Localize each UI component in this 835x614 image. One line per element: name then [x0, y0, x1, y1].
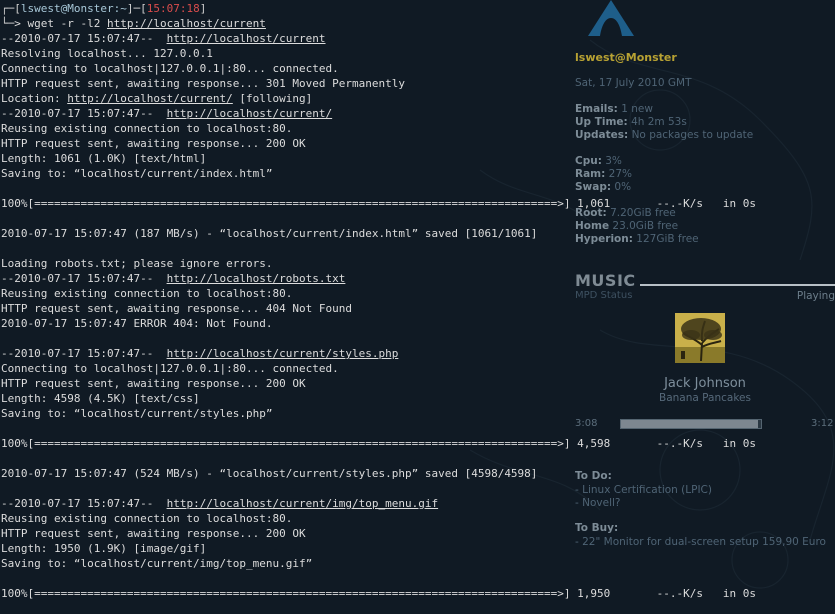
url-link[interactable]: http://localhost/current: [167, 32, 326, 45]
url-link[interactable]: http://localhost/current/styles.php: [167, 347, 399, 360]
terminal-line: Loading robots.txt; please ignore errors…: [1, 257, 273, 270]
terminal-line: 2010-07-17 15:07:47 ERROR 404: Not Found…: [1, 317, 273, 330]
url-link[interactable]: http://localhost/current/: [67, 92, 233, 105]
terminal-line: Length: 1950 (1.9K) [image/gif]: [1, 542, 207, 555]
terminal-line: Connecting to localhost|127.0.0.1|:80...…: [1, 62, 339, 75]
terminal-line: HTTP request sent, awaiting response... …: [1, 377, 306, 390]
terminal-line: HTTP request sent, awaiting response... …: [1, 527, 306, 540]
terminal-line: Resolving localhost... 127.0.0.1: [1, 47, 213, 60]
prompt-line: ┌─[lswest@Monster:~]─[15:07:18]: [1, 2, 207, 15]
terminal-line: --2010-07-17 15:07:47-- http://localhost…: [1, 347, 399, 360]
terminal-line: Saving to: “localhost/current/img/top_me…: [1, 557, 313, 570]
command-line: └─> wget -r -l2 http://localhost/current: [1, 17, 266, 30]
terminal-line: Saving to: “localhost/current/styles.php…: [1, 407, 273, 420]
url-link[interactable]: http://localhost/current/img/top_menu.gi…: [167, 497, 439, 510]
terminal-line: Saving to: “localhost/current/index.html…: [1, 167, 273, 180]
terminal-line: --2010-07-17 15:07:47-- http://localhost…: [1, 107, 333, 120]
terminal-line: Length: 4598 (4.5K) [text/css]: [1, 392, 200, 405]
terminal-line: 100%[===================================…: [1, 197, 756, 210]
terminal-line: Connecting to localhost|127.0.0.1|:80...…: [1, 362, 339, 375]
terminal-line: HTTP request sent, awaiting response... …: [1, 137, 306, 150]
terminal-line: Reusing existing connection to localhost…: [1, 512, 293, 525]
terminal-line: 2010-07-17 15:07:47 (524 MB/s) - “localh…: [1, 467, 538, 480]
terminal-line: HTTP request sent, awaiting response... …: [1, 77, 405, 90]
terminal-line: 100%[===================================…: [1, 587, 756, 600]
terminal-line: Reusing existing connection to localhost…: [1, 287, 293, 300]
terminal-line: 2010-07-17 15:07:47 (187 MB/s) - “localh…: [1, 227, 538, 240]
url-link[interactable]: http://localhost/current/: [167, 107, 333, 120]
terminal-line: Length: 1061 (1.0K) [text/html]: [1, 152, 207, 165]
url-link[interactable]: http://localhost/robots.txt: [167, 272, 346, 285]
terminal-line: Reusing existing connection to localhost…: [1, 122, 293, 135]
terminal-line: 100%[===================================…: [1, 437, 756, 450]
terminal-line: --2010-07-17 15:07:47-- http://localhost…: [1, 272, 346, 285]
terminal-output[interactable]: ┌─[lswest@Monster:~]─[15:07:18] └─> wget…: [0, 0, 835, 614]
terminal-line: --2010-07-17 15:07:47-- http://localhost…: [1, 497, 439, 510]
terminal-line: --2010-07-17 15:07:47-- http://localhost…: [1, 32, 326, 45]
terminal-line: HTTP request sent, awaiting response... …: [1, 302, 352, 315]
terminal-line: Location: http://localhost/current/ [fol…: [1, 92, 313, 105]
command-url-link[interactable]: http://localhost/current: [107, 17, 266, 30]
